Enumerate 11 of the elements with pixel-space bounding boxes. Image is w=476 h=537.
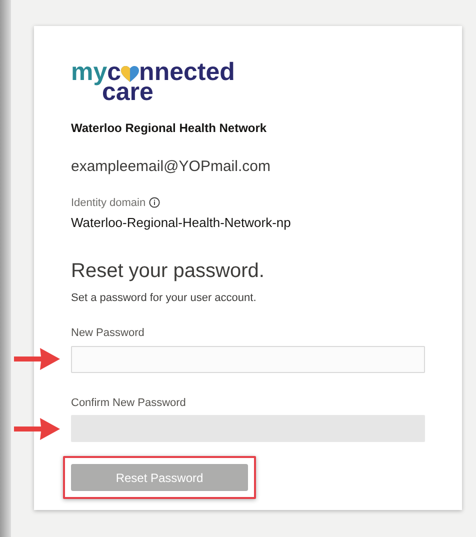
organization-name: Waterloo Regional Health Network bbox=[71, 120, 268, 137]
field-label: Confirm New Password bbox=[71, 396, 187, 410]
info-icon[interactable] bbox=[148, 197, 160, 208]
identity-domain-label: Identity domain bbox=[71, 196, 146, 210]
field-label: New Password bbox=[71, 326, 146, 341]
password-field[interactable] bbox=[71, 346, 425, 372]
page-heading: Reset your password. bbox=[71, 258, 266, 284]
user-email: exampleemail@YOPmail.com bbox=[71, 157, 272, 177]
identity-domain-value: Waterloo-Regional-Health-Network-np bbox=[71, 214, 292, 232]
heart-icon bbox=[121, 66, 140, 83]
subtitle: Set a password for your user account. bbox=[71, 290, 258, 306]
